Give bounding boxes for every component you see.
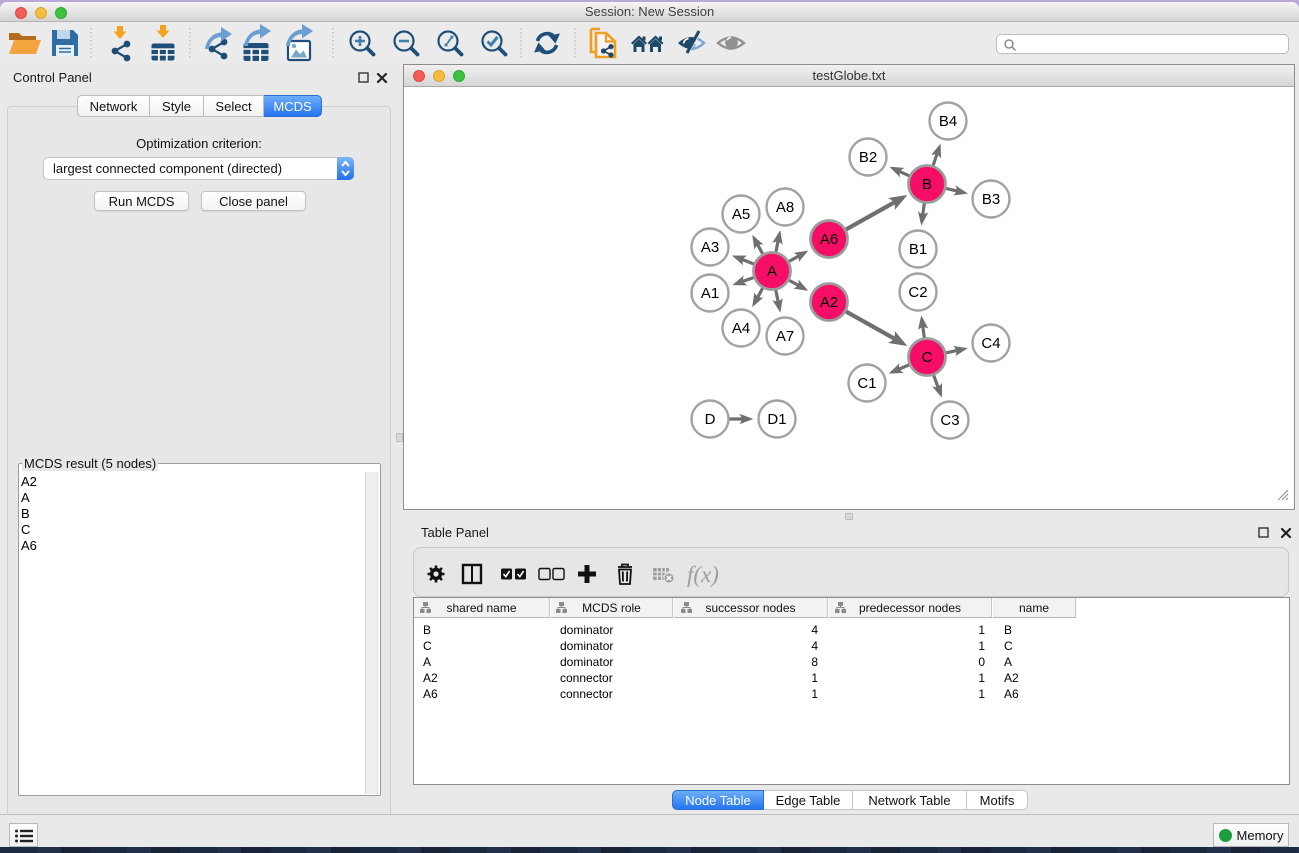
svg-text:B4: B4: [939, 113, 957, 130]
svg-text:A5: A5: [732, 206, 750, 223]
svg-text:B1: B1: [909, 241, 927, 258]
svg-text:A: A: [767, 263, 777, 280]
svg-text:A4: A4: [732, 320, 750, 337]
svg-text:D: D: [705, 411, 716, 428]
svg-text:B: B: [922, 176, 932, 193]
svg-text:C4: C4: [981, 335, 1000, 352]
svg-text:A3: A3: [701, 239, 719, 256]
svg-text:A8: A8: [776, 199, 794, 216]
svg-text:C3: C3: [940, 412, 959, 429]
svg-text:C1: C1: [857, 375, 876, 392]
svg-text:A2: A2: [820, 294, 838, 311]
svg-text:C2: C2: [908, 284, 927, 301]
svg-text:A6: A6: [820, 231, 838, 248]
svg-text:B3: B3: [982, 191, 1000, 208]
svg-text:A1: A1: [701, 285, 719, 302]
svg-text:C: C: [922, 349, 933, 366]
svg-text:B2: B2: [859, 149, 877, 166]
svg-text:D1: D1: [767, 411, 786, 428]
svg-text:A7: A7: [776, 328, 794, 345]
svg-text:f(x): f(x): [687, 562, 719, 587]
